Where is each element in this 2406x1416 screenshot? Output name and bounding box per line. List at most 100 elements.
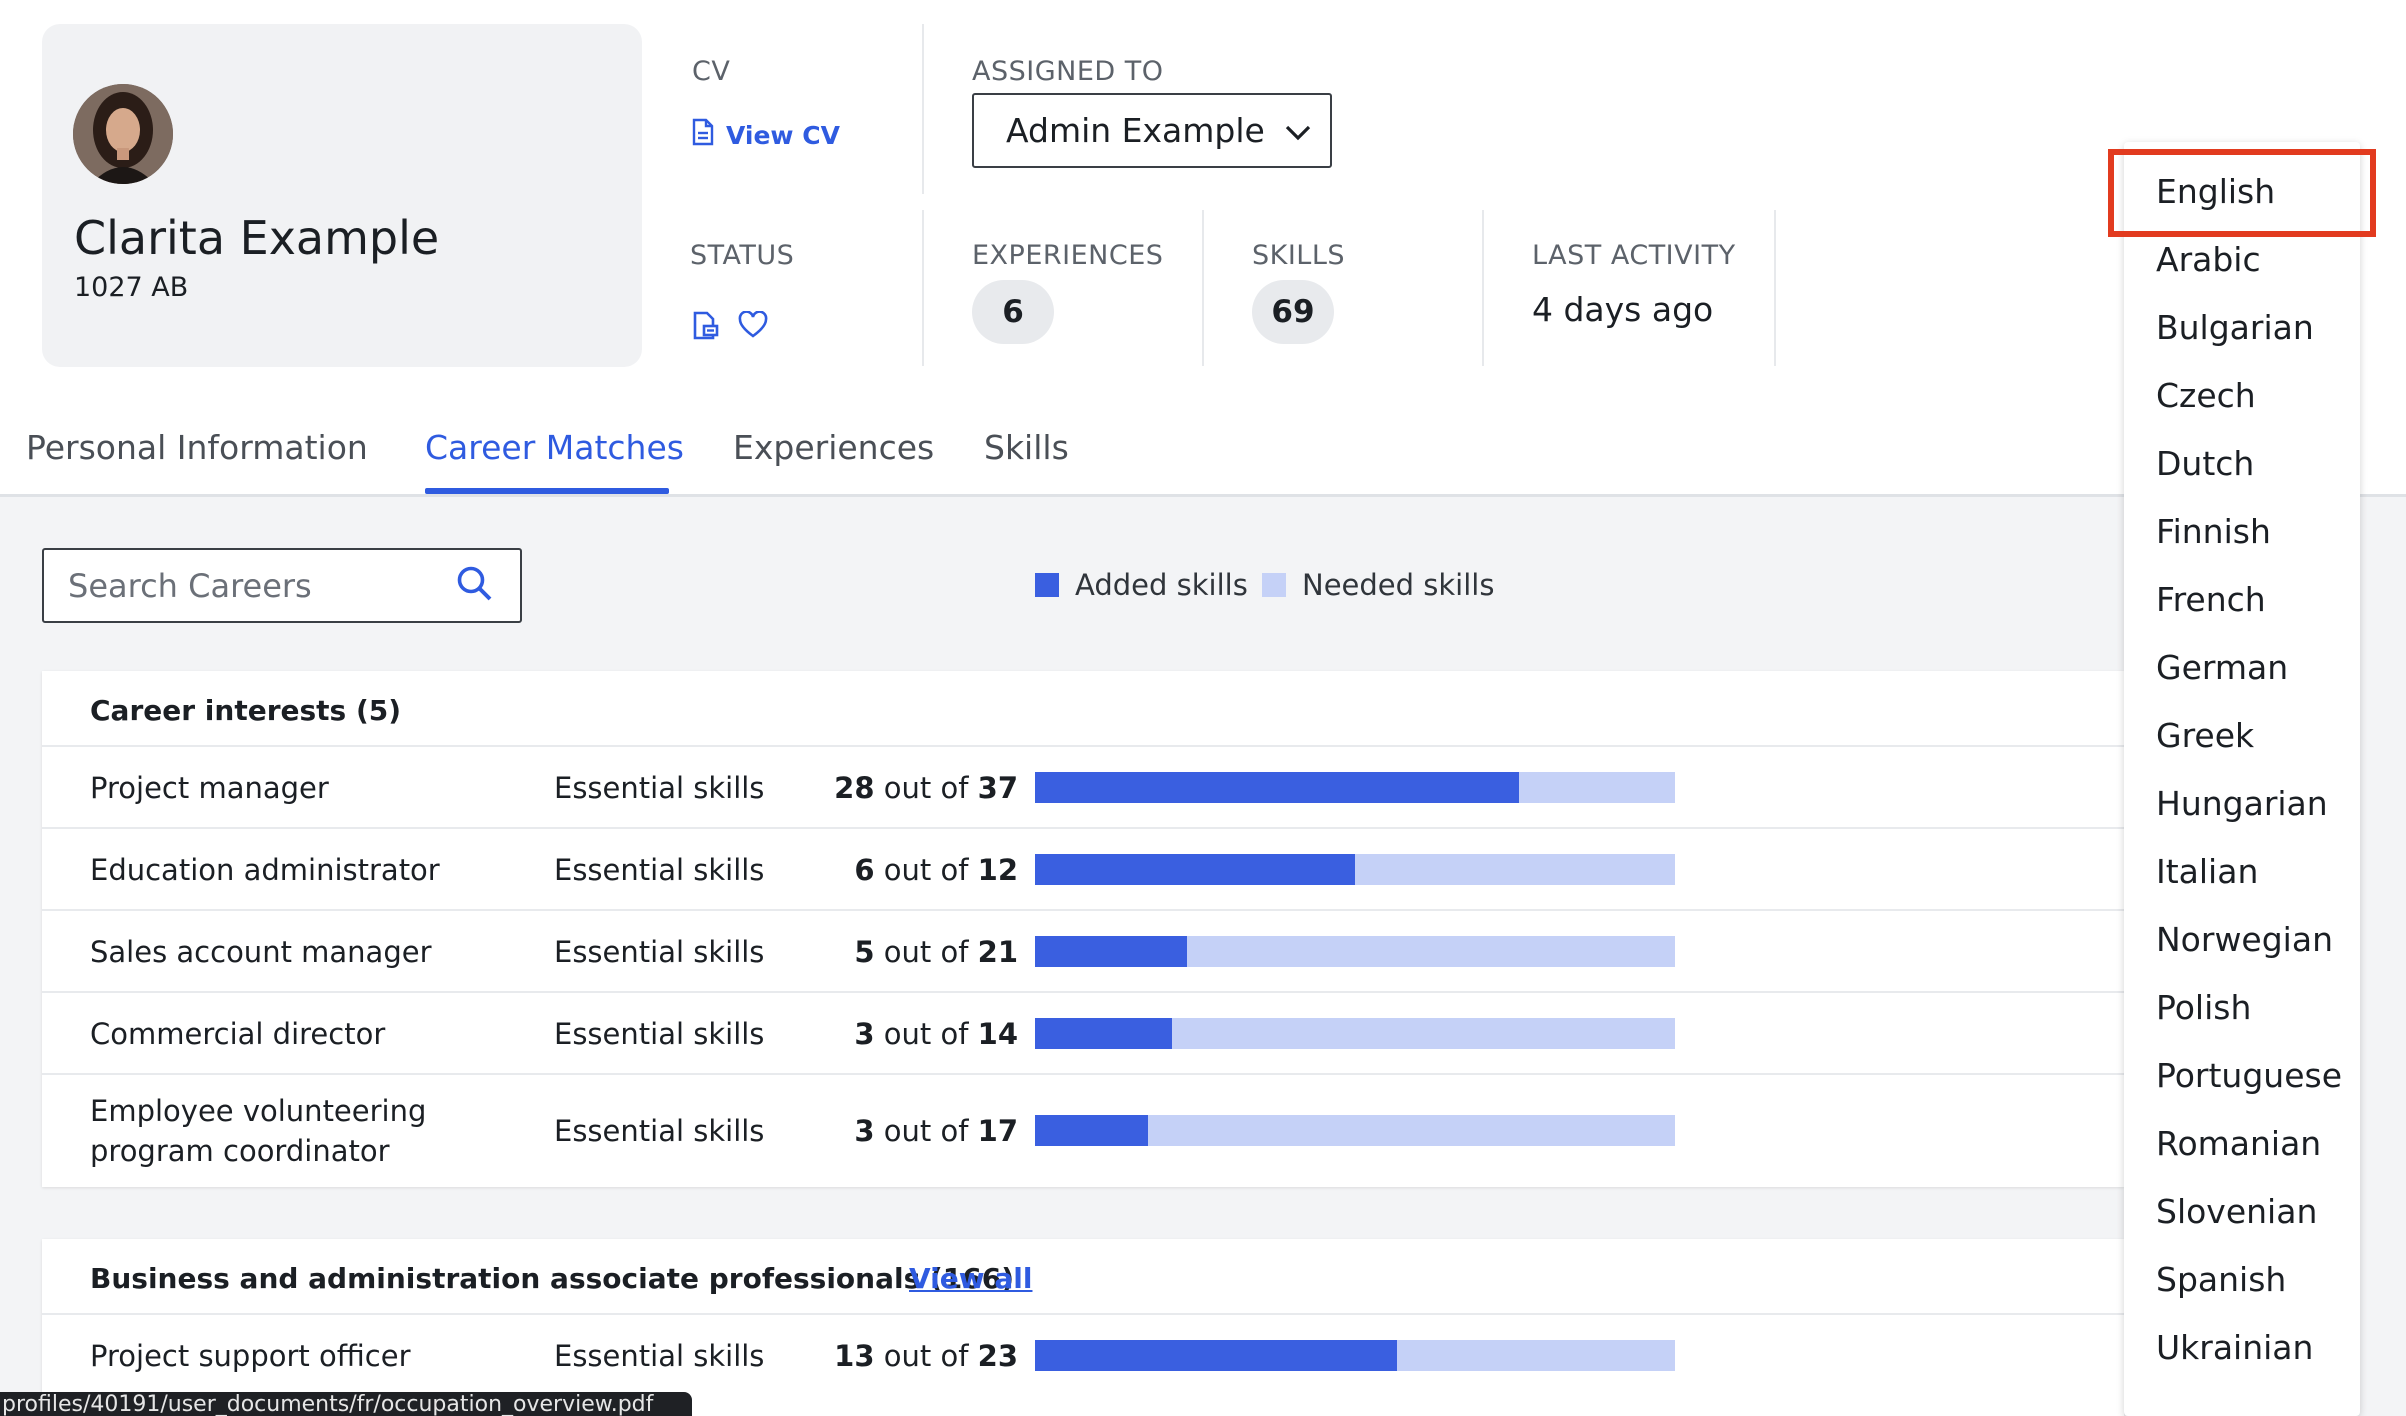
profile-card (42, 24, 642, 367)
tab-experiences[interactable]: Experiences (733, 428, 934, 467)
skill-type: Essential skills (554, 853, 765, 887)
skill-type: Essential skills (554, 1114, 765, 1148)
language-option-romanian[interactable]: Romanian (2156, 1124, 2321, 1163)
search-input[interactable] (68, 566, 428, 605)
language-option-ukrainian[interactable]: Ukrainian (2156, 1328, 2313, 1367)
chevron-down-icon (1284, 111, 1312, 150)
language-option-bulgarian[interactable]: Bulgarian (2156, 308, 2314, 347)
language-option-italian[interactable]: Italian (2156, 852, 2258, 891)
language-option-norwegian[interactable]: Norwegian (2156, 920, 2333, 959)
skill-progress-fill (1035, 772, 1520, 803)
skill-progress-bar (1035, 1340, 1675, 1371)
skill-progress-fill (1035, 854, 1355, 885)
career-name[interactable]: Sales account manager (90, 935, 432, 969)
career-name[interactable]: Commercial director (90, 1017, 385, 1051)
tab-career-matches[interactable]: Career Matches (425, 428, 684, 467)
language-option-spanish[interactable]: Spanish (2156, 1260, 2286, 1299)
divider (42, 1313, 2124, 1315)
document-icon (692, 118, 714, 152)
skill-progress-bar (1035, 936, 1675, 967)
status-label: STATUS (690, 240, 795, 271)
skill-progress-fill (1035, 1340, 1397, 1371)
divider (42, 745, 2124, 747)
language-option-greek[interactable]: Greek (2156, 716, 2254, 755)
skill-count: 13 out of 23 (834, 1339, 1018, 1373)
tab-skills[interactable]: Skills (984, 428, 1069, 467)
skill-count: 5 out of 21 (854, 935, 1018, 969)
divider (1202, 210, 1204, 366)
divider (1482, 210, 1484, 366)
legend-swatch-needed (1262, 573, 1286, 597)
last-activity-label: LAST ACTIVITY (1532, 240, 1736, 271)
divider (922, 24, 924, 194)
skill-type: Essential skills (554, 771, 765, 805)
view-cv-label: View CV (726, 120, 840, 150)
language-option-hungarian[interactable]: Hungarian (2156, 784, 2328, 823)
language-option-slovenian[interactable]: Slovenian (2156, 1192, 2317, 1231)
profile-name: Clarita Example (74, 211, 440, 265)
skill-count: 3 out of 14 (854, 1017, 1018, 1051)
view-cv-link[interactable]: View CV (692, 118, 840, 152)
career-name[interactable]: Project manager (90, 771, 329, 805)
language-option-dutch[interactable]: Dutch (2156, 444, 2254, 483)
divider (42, 827, 2124, 829)
skill-count: 6 out of 12 (854, 853, 1018, 887)
legend-added-label: Added skills (1075, 568, 1248, 602)
skill-progress-bar (1035, 854, 1675, 885)
skill-progress-fill (1035, 936, 1188, 967)
experiences-label: EXPERIENCES (972, 240, 1164, 271)
career-name-line1[interactable]: Employee volunteering (90, 1094, 426, 1128)
selected-language-highlight (2108, 149, 2376, 237)
export-icon[interactable] (692, 311, 720, 345)
language-option-portuguese[interactable]: Portuguese (2156, 1056, 2342, 1095)
skills-count: 69 (1252, 280, 1334, 344)
divider (1774, 210, 1776, 366)
url-status-bar: profiles/40191/user_documents/fr/occupat… (0, 1392, 692, 1416)
legend-needed-label: Needed skills (1302, 568, 1495, 602)
divider (42, 909, 2124, 911)
divider (922, 210, 924, 366)
last-activity-value: 4 days ago (1532, 290, 1714, 329)
language-option-french[interactable]: French (2156, 580, 2266, 619)
legend-added: Added skills (1035, 568, 1248, 602)
skill-progress-fill (1035, 1018, 1172, 1049)
assigned-to-select[interactable]: Admin Example (972, 93, 1332, 168)
cv-label: CV (692, 56, 731, 87)
career-interests-title: Career interests (5) (90, 694, 402, 727)
view-all-link[interactable]: View all (909, 1262, 1032, 1295)
search-box (42, 548, 522, 623)
language-option-arabic[interactable]: Arabic (2156, 240, 2261, 279)
active-tab-indicator (425, 488, 669, 494)
search-icon[interactable] (456, 565, 494, 607)
skill-type: Essential skills (554, 935, 765, 969)
skill-count: 3 out of 17 (854, 1114, 1018, 1148)
skill-type: Essential skills (554, 1339, 765, 1373)
divider (42, 1073, 2124, 1075)
heart-icon[interactable] (738, 310, 768, 343)
legend-swatch-added (1035, 573, 1059, 597)
avatar (73, 84, 173, 184)
language-option-czech[interactable]: Czech (2156, 376, 2256, 415)
divider (42, 991, 2124, 993)
skill-progress-bar (1035, 1018, 1675, 1049)
skill-progress-bar (1035, 772, 1675, 803)
career-name[interactable]: Project support officer (90, 1339, 411, 1373)
language-option-finnish[interactable]: Finnish (2156, 512, 2271, 551)
language-option-german[interactable]: German (2156, 648, 2288, 687)
skill-progress-bar (1035, 1115, 1675, 1146)
career-name[interactable]: Education administrator (90, 853, 440, 887)
profile-postcode: 1027 AB (74, 272, 189, 303)
occupation-group-title: Business and administration associate pr… (90, 1262, 1015, 1295)
career-name-line2[interactable]: program coordinator (90, 1134, 390, 1168)
skills-label: SKILLS (1252, 240, 1346, 271)
skill-progress-fill (1035, 1115, 1148, 1146)
assigned-value: Admin Example (1006, 111, 1265, 150)
language-menu: English Arabic Bulgarian Czech Dutch Fin… (2124, 142, 2360, 1416)
tab-personal-information[interactable]: Personal Information (26, 428, 368, 467)
skill-type: Essential skills (554, 1017, 765, 1051)
experiences-count: 6 (972, 280, 1054, 344)
assigned-label: ASSIGNED TO (972, 56, 1164, 87)
language-option-polish[interactable]: Polish (2156, 988, 2251, 1027)
legend-needed: Needed skills (1262, 568, 1494, 602)
skill-count: 28 out of 37 (834, 771, 1018, 805)
